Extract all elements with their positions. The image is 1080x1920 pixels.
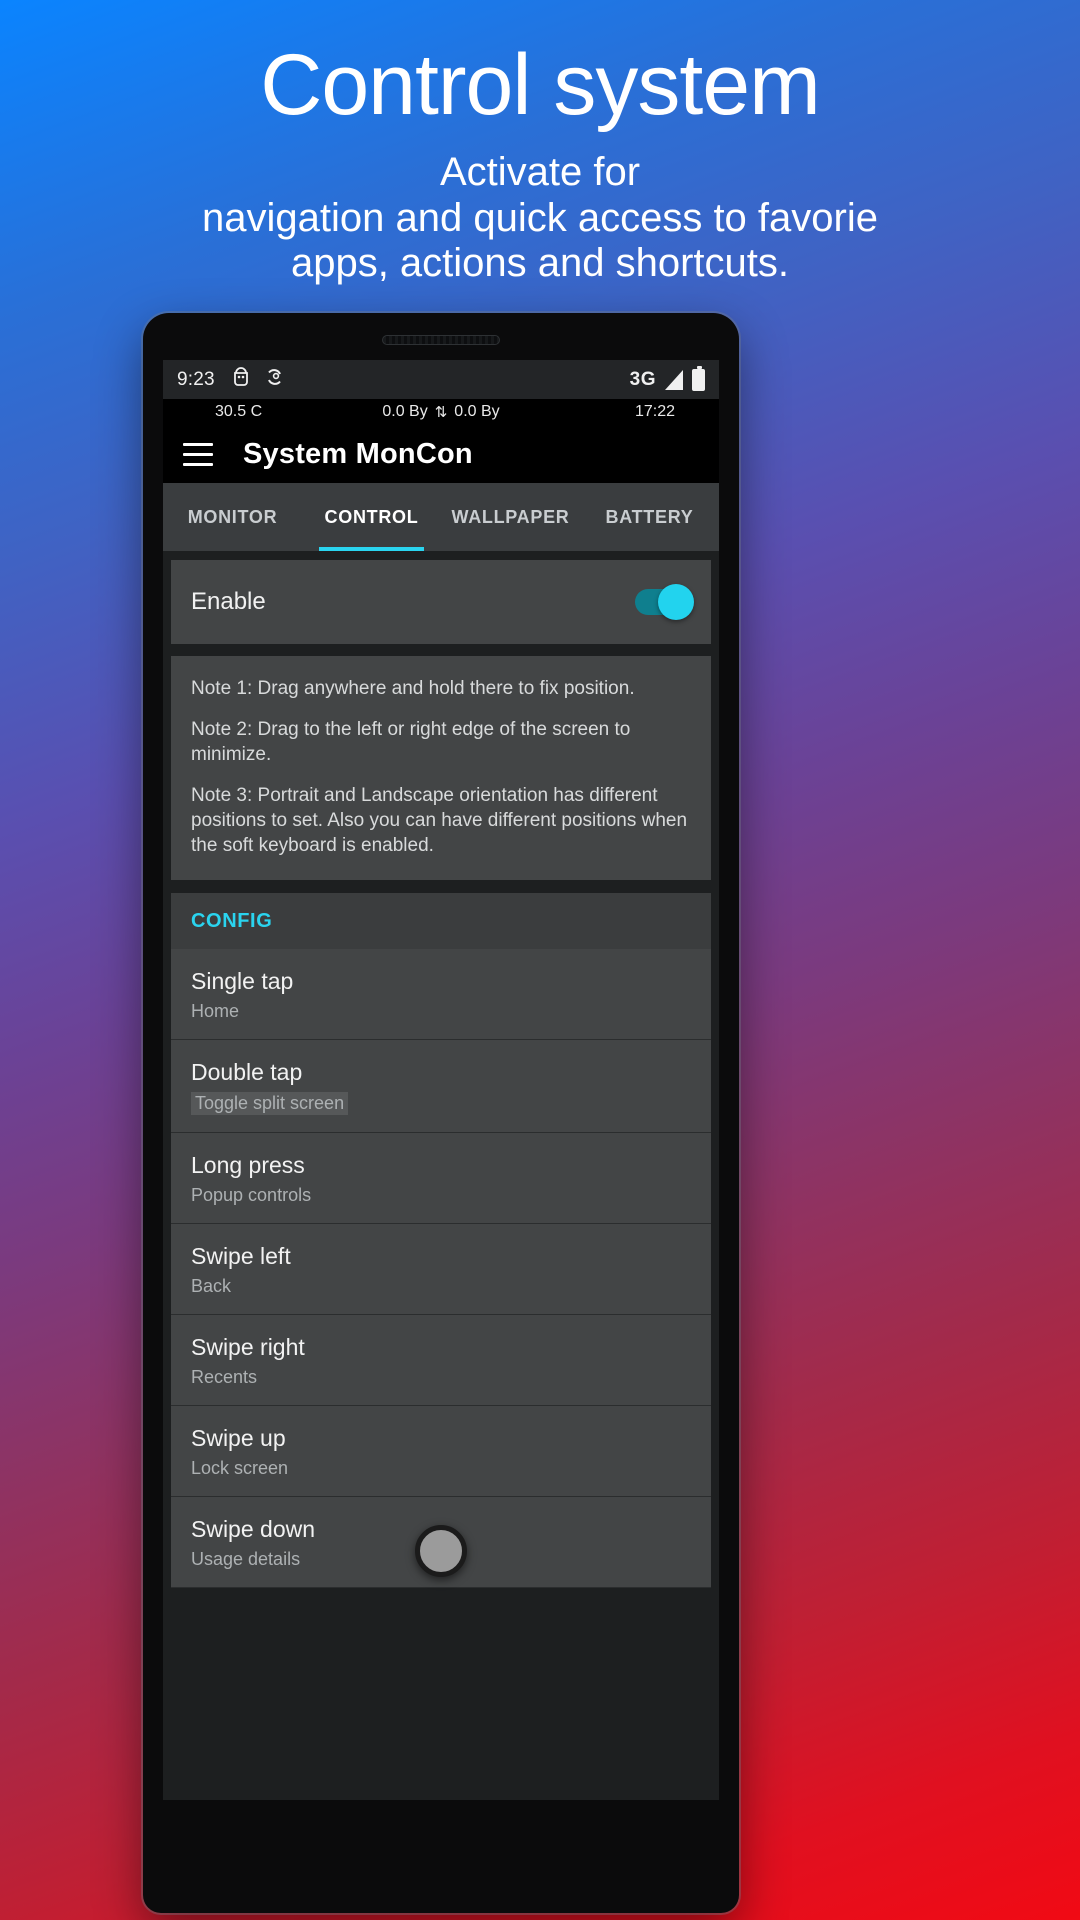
hamburger-line bbox=[183, 442, 213, 446]
overlay-status-row: 30.5 C 0.0 By ⇅ 0.0 By 17:22 bbox=[163, 399, 719, 425]
phone-mockup: 9:23 3G 30.5 C 0.0 By ⇅ 0.0 By 17:22 Sys… bbox=[143, 313, 739, 1913]
phone-top-bezel bbox=[143, 313, 739, 363]
tab-bar: MONITOR CONTROL WALLPAPER BATTERY bbox=[163, 483, 719, 551]
hamburger-line bbox=[183, 462, 213, 466]
sync-icon bbox=[264, 366, 285, 394]
config-item-title: Double tap bbox=[191, 1059, 303, 1086]
transfer-arrows-icon: ⇅ bbox=[434, 404, 448, 421]
hamburger-menu-icon[interactable] bbox=[183, 442, 213, 466]
temperature-readout: 30.5 C bbox=[215, 403, 263, 420]
status-bar-time: 9:23 bbox=[177, 368, 215, 390]
upload-rate: 0.0 By bbox=[454, 403, 500, 420]
floating-control-bubble[interactable] bbox=[415, 1525, 467, 1577]
earpiece-speaker-icon bbox=[382, 335, 500, 345]
tab-content-control: Enable Note 1: Drag anywhere and hold th… bbox=[163, 551, 719, 1800]
enable-toggle[interactable] bbox=[635, 584, 694, 620]
config-item-value: Home bbox=[191, 1001, 240, 1022]
tab-monitor[interactable]: MONITOR bbox=[163, 483, 302, 551]
overlay-clock: 17:22 bbox=[634, 403, 675, 420]
config-item-title: Swipe right bbox=[191, 1334, 305, 1361]
config-item-swipe-left[interactable]: Swipe left Back bbox=[171, 1224, 711, 1316]
promo-subtitle-line-2: navigation and quick access to favorie bbox=[202, 195, 878, 240]
tab-battery[interactable]: BATTERY bbox=[580, 483, 719, 551]
config-item-value: Popup controls bbox=[191, 1185, 312, 1206]
app-toolbar: System MonCon bbox=[163, 425, 719, 483]
page-title: Control system bbox=[260, 37, 821, 133]
config-item-swipe-up[interactable]: Swipe up Lock screen bbox=[171, 1406, 711, 1498]
status-bar-notification-icons bbox=[231, 366, 285, 394]
app-title: System MonCon bbox=[243, 437, 473, 470]
config-item-value: Lock screen bbox=[191, 1458, 289, 1479]
note-2: Note 2: Drag to the left or right edge o… bbox=[191, 719, 631, 766]
config-item-value: Toggle split screen bbox=[191, 1092, 349, 1116]
config-item-title: Single tap bbox=[191, 968, 294, 995]
config-item-title: Long press bbox=[191, 1152, 305, 1179]
battery-full-icon bbox=[692, 365, 705, 391]
promo-subtitle-line-3: apps, actions and shortcuts. bbox=[290, 241, 790, 286]
config-item-single-tap[interactable]: Single tap Home bbox=[171, 949, 711, 1041]
hamburger-line bbox=[183, 452, 213, 456]
notes-panel: Note 1: Drag anywhere and hold there to … bbox=[171, 656, 711, 881]
config-item-long-press[interactable]: Long press Popup controls bbox=[171, 1133, 711, 1225]
note-3: Note 3: Portrait and Landscape orientati… bbox=[191, 785, 688, 857]
network-throughput-readout: 0.0 By ⇅ 0.0 By bbox=[382, 403, 499, 421]
tab-control[interactable]: CONTROL bbox=[302, 483, 441, 551]
android-debug-icon bbox=[231, 366, 251, 394]
config-section-header: CONFIG bbox=[171, 893, 711, 950]
config-item-value: Recents bbox=[191, 1367, 258, 1388]
promo-subtitle-line-1: Activate for bbox=[439, 150, 641, 194]
download-rate: 0.0 By bbox=[382, 403, 428, 420]
config-list: Single tap Home Double tap Toggle split … bbox=[171, 949, 711, 1589]
note-1: Note 1: Drag anywhere and hold there to … bbox=[191, 678, 635, 699]
phone-screen: 9:23 3G 30.5 C 0.0 By ⇅ 0.0 By 17:22 Sys… bbox=[163, 360, 719, 1800]
promo-subtitle: Activate for navigation and quick access… bbox=[0, 128, 1080, 287]
config-item-swipe-right[interactable]: Swipe right Recents bbox=[171, 1315, 711, 1407]
status-bar: 9:23 3G bbox=[163, 360, 719, 399]
config-item-value: Back bbox=[191, 1276, 232, 1297]
config-item-double-tap[interactable]: Double tap Toggle split screen bbox=[171, 1040, 711, 1134]
enable-label: Enable bbox=[191, 588, 266, 615]
config-item-title: Swipe left bbox=[191, 1243, 291, 1270]
network-type-label: 3G bbox=[629, 368, 656, 390]
promo-header: Control system Activate for navigation a… bbox=[0, 0, 1080, 287]
enable-row[interactable]: Enable bbox=[171, 560, 711, 644]
signal-bars-icon bbox=[665, 369, 683, 390]
config-item-title: Swipe up bbox=[191, 1425, 286, 1452]
status-bar-system-icons: 3G bbox=[629, 365, 705, 391]
tab-wallpaper[interactable]: WALLPAPER bbox=[441, 483, 580, 551]
